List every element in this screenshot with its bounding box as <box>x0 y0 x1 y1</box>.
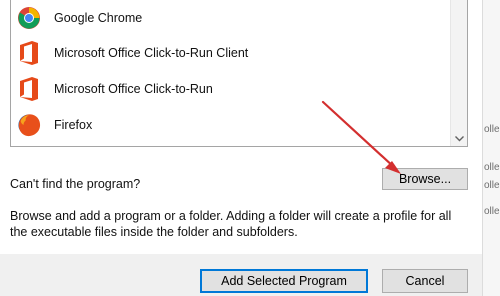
background-text: olled <box>484 180 500 191</box>
list-item[interactable]: Google Chrome <box>11 0 451 36</box>
list-scrollbar[interactable] <box>450 0 467 146</box>
background-text: olled <box>484 206 500 217</box>
cant-find-label: Can't find the program? <box>10 177 141 191</box>
list-item[interactable]: Firefox <box>11 107 451 143</box>
scroll-down-icon[interactable] <box>451 131 467 146</box>
office-icon <box>17 75 41 103</box>
office-icon <box>17 39 41 67</box>
cancel-button[interactable]: Cancel <box>382 269 468 293</box>
description-text: Browse and add a program or a folder. Ad… <box>10 209 452 239</box>
background-text: olled <box>484 162 500 173</box>
firefox-icon <box>17 111 41 139</box>
list-item[interactable]: Microsoft Office Click-to-Run Client <box>11 35 451 71</box>
program-label: Firefox <box>54 118 93 132</box>
chrome-icon <box>17 4 41 32</box>
program-label: Google Chrome <box>54 11 143 25</box>
program-list[interactable]: Google Chrome Microsoft Office Click-to-… <box>10 0 468 147</box>
list-item[interactable]: Microsoft Office Click-to-Run <box>11 71 451 107</box>
browse-button[interactable]: Browse... <box>382 168 468 190</box>
program-label: Microsoft Office Click-to-Run <box>54 82 213 96</box>
program-label: Microsoft Office Click-to-Run Client <box>54 46 249 60</box>
background-text: olled <box>484 124 500 135</box>
background-window-edge: olled olled olled olled <box>482 0 500 296</box>
add-selected-program-button[interactable]: Add Selected Program <box>200 269 368 293</box>
add-program-dialog: Google Chrome Microsoft Office Click-to-… <box>0 0 482 296</box>
